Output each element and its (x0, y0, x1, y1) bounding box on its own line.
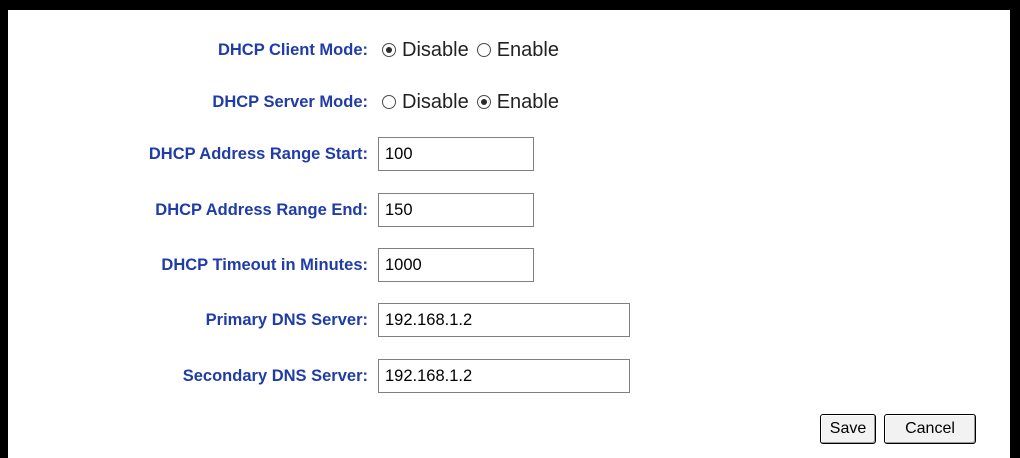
dhcp-server-mode-enable-radio[interactable] (476, 95, 491, 109)
dhcp-client-mode-enable-radio[interactable] (476, 43, 491, 57)
save-button[interactable]: Save (820, 414, 876, 444)
dhcp-client-mode-row: DHCP Client Mode: Disable Enable (0, 34, 1020, 66)
timeout-input[interactable] (378, 248, 534, 282)
dhcp-client-mode-label: DHCP Client Mode: (217, 40, 368, 59)
secondary-dns-row: Secondary DNS Server: (0, 359, 1020, 393)
dhcp-client-mode-disable-radio[interactable] (382, 43, 396, 57)
dhcp-server-mode-disable-label: Disable (402, 90, 469, 113)
primary-dns-row: Primary DNS Server: (0, 303, 1020, 337)
timeout-row: DHCP Timeout in Minutes: (0, 248, 1020, 282)
range-end-label: DHCP Address Range End: (155, 200, 368, 219)
dhcp-server-mode-enable-option[interactable]: Enable (476, 90, 559, 114)
secondary-dns-input[interactable] (378, 359, 630, 393)
dhcp-client-mode-enable-option[interactable]: Enable (476, 38, 559, 62)
cancel-button[interactable]: Cancel (884, 414, 976, 444)
primary-dns-label: Primary DNS Server: (205, 310, 368, 329)
range-start-label: DHCP Address Range Start: (148, 144, 368, 163)
range-end-row: DHCP Address Range End: (0, 193, 1020, 227)
window-frame-top (0, 0, 1020, 10)
timeout-label: DHCP Timeout in Minutes: (161, 255, 368, 274)
dhcp-server-mode-enable-label: Enable (496, 90, 559, 113)
range-start-row: DHCP Address Range Start: (0, 137, 1020, 171)
radio-selected-dot (386, 47, 392, 53)
dhcp-client-mode-disable-label: Disable (402, 38, 469, 61)
dhcp-client-mode-radio-group: Disable Enable (382, 39, 567, 62)
dhcp-server-mode-disable-radio[interactable] (382, 95, 396, 109)
dhcp-server-mode-label: DHCP Server Mode: (212, 92, 368, 111)
secondary-dns-label: Secondary DNS Server: (182, 366, 368, 385)
dhcp-server-mode-radio-group: Disable Enable (382, 91, 567, 114)
dhcp-client-mode-enable-label: Enable (496, 38, 559, 61)
range-start-input[interactable] (378, 137, 534, 171)
range-end-input[interactable] (378, 193, 534, 227)
dhcp-server-mode-disable-option[interactable]: Disable (382, 91, 469, 114)
dhcp-server-mode-row: DHCP Server Mode: Disable Enable (0, 86, 1020, 118)
radio-selected-dot (480, 99, 487, 105)
primary-dns-input[interactable] (378, 303, 630, 337)
dhcp-client-mode-disable-option[interactable]: Disable (382, 39, 469, 62)
